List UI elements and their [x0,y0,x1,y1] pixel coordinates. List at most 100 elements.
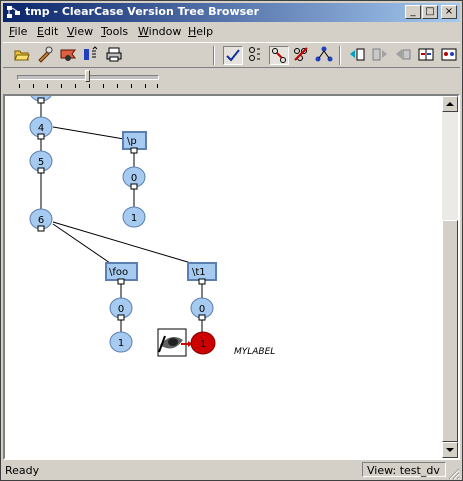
properties-button[interactable] [36,46,56,65]
menu-help-label: elp [196,25,214,38]
menu-edit-label: dit [43,25,59,38]
version-label: 1 [200,339,206,350]
compare-icon [84,46,98,60]
branch-label: \p [127,136,137,147]
maximize-button[interactable]: □ [422,5,438,19]
version-node-foo-0[interactable]: 0 [109,297,133,321]
merge-arrows-button[interactable] [269,46,289,65]
check-icon [226,49,240,62]
view-indicator: View: test_dv [362,462,446,477]
properties-icon [38,46,53,63]
version-node-p-1[interactable]: 1 [122,206,146,228]
version-node-6[interactable]: 6 [29,208,53,232]
view-label: View: [367,464,397,477]
chevron-down-icon [446,448,454,452]
menu-view[interactable]: View [67,25,93,38]
version-tree-canvas: 4 5 6 \p 0 1 \foo 0 1 \t1 0 1 MYLABEL [5,96,442,458]
version-node-t1-0[interactable]: 0 [190,297,214,321]
toolbar [3,42,460,68]
browse-icon [60,49,76,61]
check-button[interactable] [223,46,243,65]
menu-file[interactable]: File [9,25,27,38]
versions-icon [249,47,260,61]
menu-window[interactable]: Window [138,25,181,38]
close-icon: × [444,6,454,17]
view-name: test_dv [399,464,440,477]
nav-forward-icon [372,48,387,61]
zoom-slider-thumb[interactable] [85,70,90,82]
version-node-5[interactable]: 5 [29,150,53,174]
version-label-tag: MYLABEL [234,347,275,357]
version-node-4[interactable]: 4 [29,116,53,140]
menu-tools[interactable]: Tools [101,25,128,38]
version-label: 0 [131,173,137,184]
version-node-p-0[interactable]: 0 [122,166,146,190]
tree-icon [315,46,333,62]
versions-button[interactable] [246,46,266,65]
menu-help[interactable]: Help [188,25,213,38]
compare-button[interactable] [82,46,102,65]
version-label: 0 [199,304,205,315]
menu-tools-label: ools [105,25,129,38]
close-button[interactable]: × [441,5,457,19]
open-folder-icon [14,50,30,61]
toolbar-separator [213,46,215,65]
nav-forward-button[interactable] [371,46,391,65]
scrollbar-thumb[interactable] [442,220,458,442]
minimize-icon: _ [410,6,416,17]
clearcase-app-icon [7,6,20,18]
tree-edge [52,126,125,140]
branch-box-foo[interactable]: \foo [105,262,138,285]
menu-bar: File Edit View Tools Window Help [3,23,460,41]
nav-back-button[interactable] [348,46,368,65]
tree-edge [52,223,111,264]
hide-button[interactable] [292,46,312,65]
view-eye-icon [157,328,187,357]
browse-button[interactable] [59,46,79,65]
nav-back-icon [350,48,365,61]
branch-box-p[interactable]: \p [122,131,147,154]
scroll-up-button[interactable] [442,96,458,112]
scroll-down-button[interactable] [442,442,458,458]
tree-edge [52,221,192,264]
menu-view-label: iew [74,25,94,38]
branch-box-t1[interactable]: \t1 [187,262,217,285]
diff-alt-button[interactable] [440,46,460,65]
branch-label: \foo [109,267,128,278]
menu-edit[interactable]: Edit [37,25,58,38]
window-title: tmp - ClearCase Version Tree Browser [25,5,260,18]
diff-button[interactable] [417,46,437,65]
version-label: 4 [38,123,44,134]
version-tree-pane: 4 5 6 \p 0 1 \foo 0 1 \t1 0 1 MYLABEL [3,94,460,460]
version-node-t1-1-checkedout[interactable]: 1 [190,331,216,355]
version-label: 0 [118,304,124,315]
minimize-button[interactable]: _ [405,5,421,19]
version-label: 6 [38,215,44,226]
print-button[interactable] [105,46,125,65]
tree-button[interactable] [315,46,335,65]
branch-label: \t1 [192,267,206,278]
toolbar-separator-2 [339,46,341,65]
version-node[interactable] [30,96,52,104]
diff-icon [418,48,434,61]
version-label: 5 [38,157,44,168]
nav-disabled-button[interactable] [394,46,414,65]
menu-window-mnemonic: W [138,25,149,38]
hide-icon [294,47,308,61]
main-window: tmp - ClearCase Version Tree Browser _ □… [0,0,463,481]
menu-window-label: indow [148,25,182,38]
version-node-foo-1[interactable]: 1 [109,331,133,353]
merge-arrows-icon [272,48,286,63]
print-icon [106,47,122,62]
maximize-icon: □ [425,6,435,17]
status-text: Ready [5,464,40,477]
version-label: 1 [131,213,137,224]
resize-grip-icon[interactable] [448,468,460,480]
version-label: 1 [118,338,124,349]
vertical-scrollbar[interactable] [442,96,458,458]
status-bar: Ready View: test_dv [3,461,460,480]
open-button[interactable] [13,46,33,65]
menu-file-label: ile [14,25,28,38]
zoom-slider-bar [3,68,460,94]
title-bar[interactable]: tmp - ClearCase Version Tree Browser _ □… [3,3,460,22]
